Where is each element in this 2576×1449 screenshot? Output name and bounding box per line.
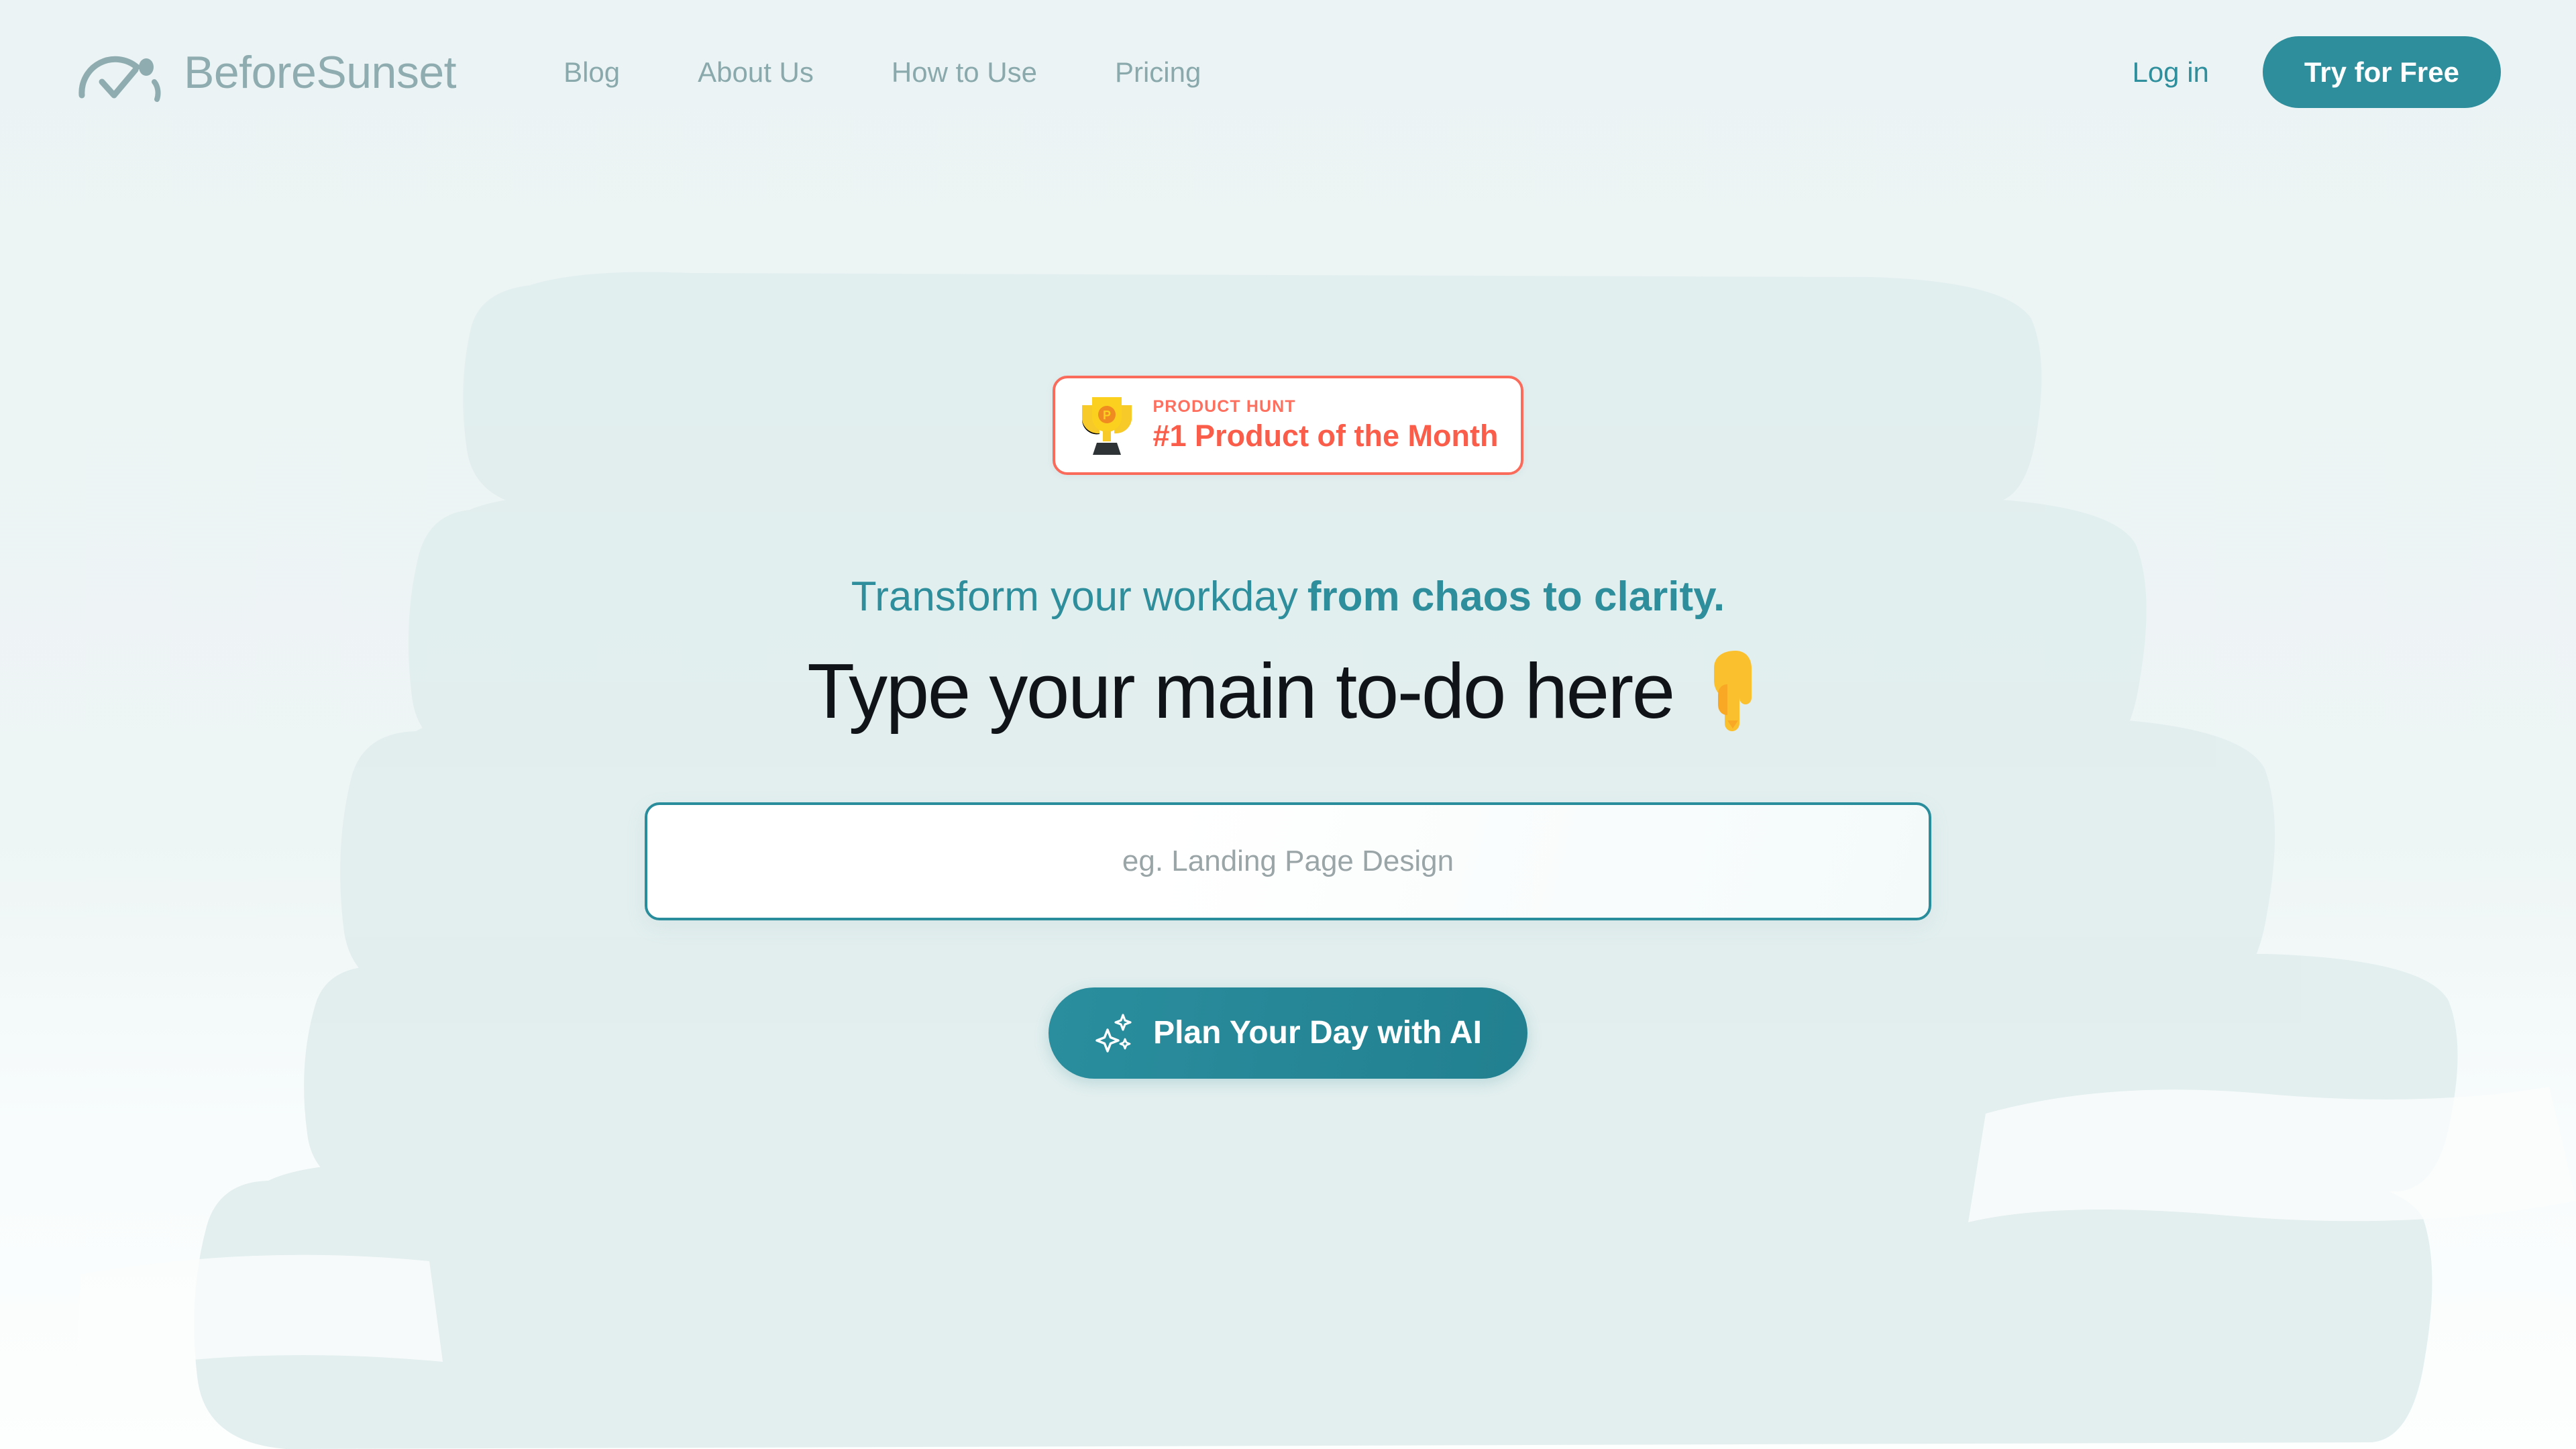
try-for-free-button[interactable]: Try for Free <box>2262 36 2501 109</box>
nav-link-blog[interactable]: Blog <box>564 58 620 87</box>
svg-text:P: P <box>1102 409 1110 422</box>
main-todo-input[interactable] <box>645 802 1931 921</box>
trophy-icon: P <box>1081 397 1132 455</box>
hero-eyebrow-emphasis: from chaos to clarity. <box>1307 574 1725 620</box>
brand-name: BeforeSunset <box>184 46 457 98</box>
hero-title-text: Type your main to-do here <box>807 647 1675 735</box>
hero-section: P PRODUCT HUNT #1 Product of the Month T… <box>0 0 2576 1449</box>
product-hunt-eyebrow: PRODUCT HUNT <box>1152 397 1296 417</box>
sparkles-icon <box>1095 1014 1132 1053</box>
primary-nav: Blog About Us How to Use Pricing <box>564 58 1201 87</box>
plan-your-day-button[interactable]: Plan Your Day with AI <box>1049 987 1527 1079</box>
hero-eyebrow-lead: Transform your workday <box>851 574 1298 620</box>
sunset-arc-check-icon <box>78 56 161 102</box>
plan-your-day-label: Plan Your Day with AI <box>1153 1014 1482 1051</box>
product-hunt-title: #1 Product of the Month <box>1152 419 1499 453</box>
page-title: Type your main to-do here <box>807 635 1769 735</box>
point-down-hand-icon <box>1713 651 1752 732</box>
site-header: BeforeSunset Blog About Us How to Use Pr… <box>0 0 2576 144</box>
nav-link-pricing[interactable]: Pricing <box>1115 58 1201 87</box>
nav-link-about-us[interactable]: About Us <box>698 58 814 87</box>
hero-eyebrow: Transform your workday from chaos to clar… <box>851 574 1725 620</box>
nav-link-how-to-use[interactable]: How to Use <box>892 58 1037 87</box>
product-hunt-badge[interactable]: P PRODUCT HUNT #1 Product of the Month <box>1052 376 1524 475</box>
header-actions: Log in Try for Free <box>2132 36 2501 109</box>
login-link[interactable]: Log in <box>2132 58 2208 87</box>
brand-logo[interactable]: BeforeSunset <box>75 40 457 105</box>
